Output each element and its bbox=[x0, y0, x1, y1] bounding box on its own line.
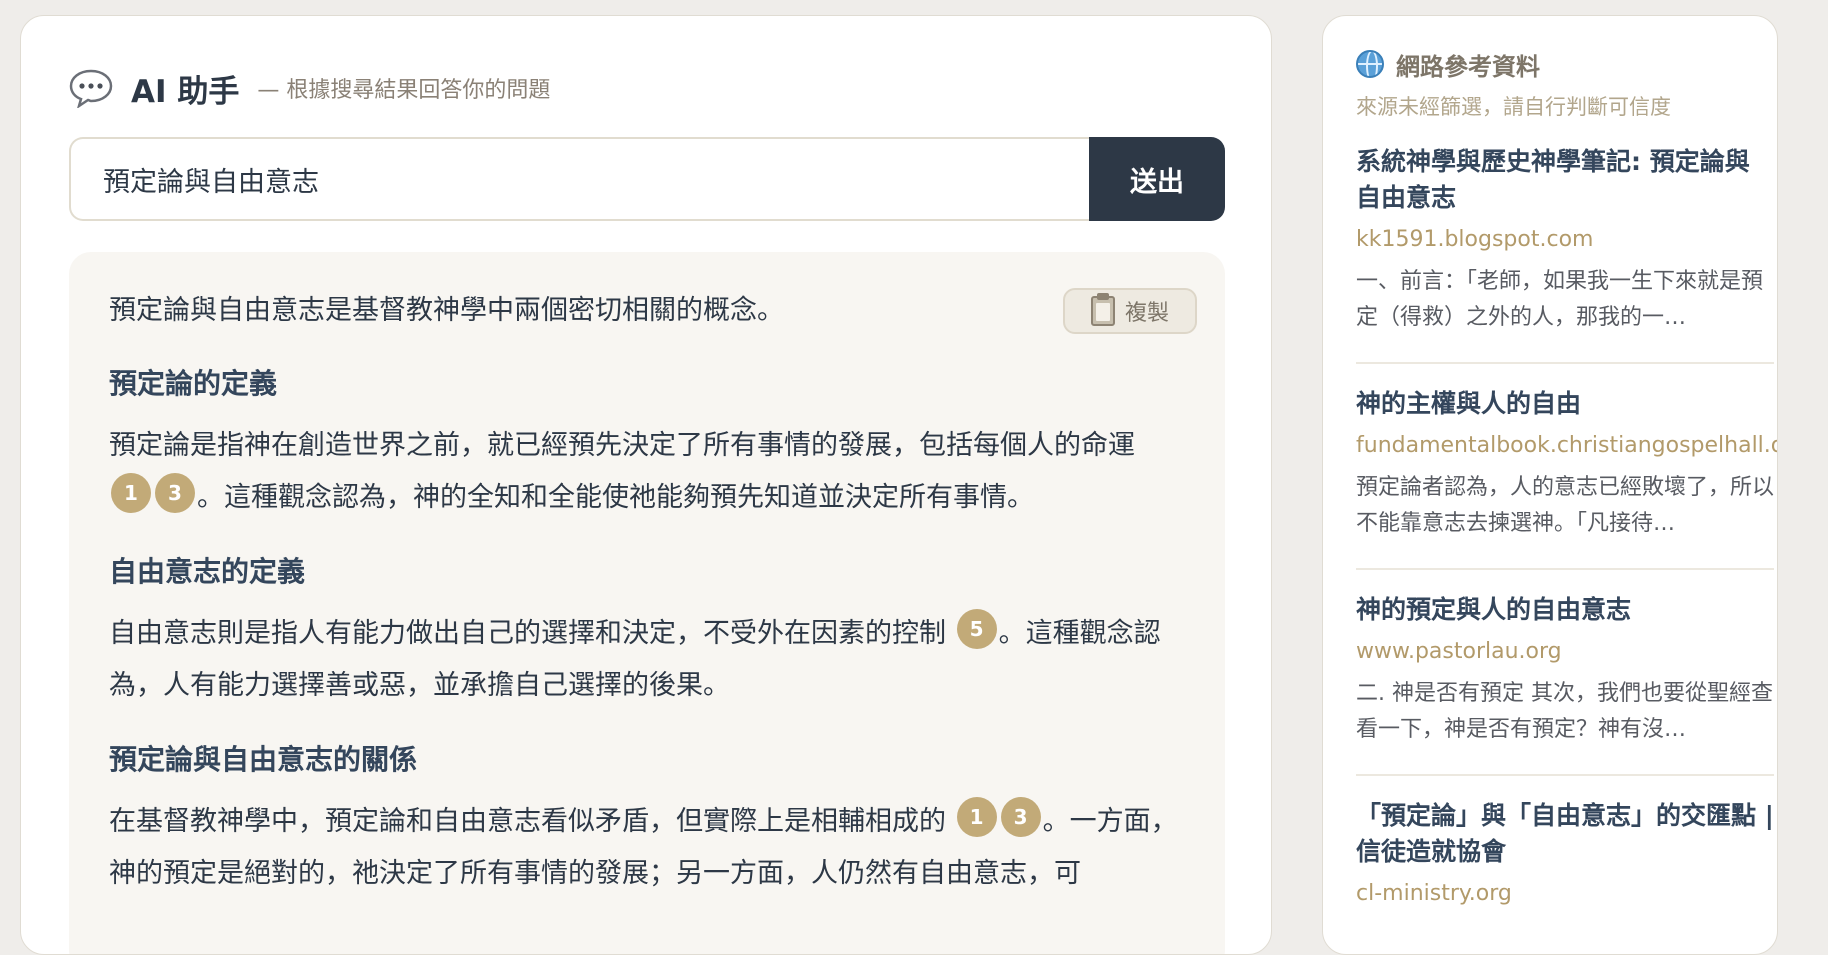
copy-button[interactable]: 複製 bbox=[1063, 288, 1197, 334]
reference-item[interactable]: 神的主權與人的自由 fundamentalbook.christiangospe… bbox=[1356, 364, 1778, 570]
reference-item[interactable]: 神的預定與人的自由意志 www.pastorlau.org 二. 神是否有預定 … bbox=[1356, 570, 1774, 776]
citation-badge[interactable]: 3 bbox=[155, 472, 195, 513]
section-text-after: 。這種觀念認為，神的全知和全能使祂能夠預先知道並決定所有事情。 bbox=[197, 482, 1034, 513]
references-title: 網路參考資料 bbox=[1396, 52, 1540, 81]
section-text-relation: 在基督教神學中，預定論和自由意志看似矛盾，但實際上是相輔相成的 1 3 。一方面，神… bbox=[109, 796, 1185, 900]
section-text-predestination: 預定論是指神在創造世界之前，就已經預先決定了所有事情的發展，包括每個人的命運 1 3… bbox=[109, 420, 1185, 524]
reference-domain: fundamentalbook.christiangospelhall.org bbox=[1356, 433, 1778, 458]
reference-title[interactable]: 「預定論」與「自由意志」的交匯點 | 信徒造就協會 bbox=[1356, 798, 1774, 870]
assistant-subtitle: — 根據搜尋結果回答你的問題 bbox=[257, 78, 551, 103]
reference-snippet: 二. 神是否有預定 其次，我們也要從聖經查看一下，神是否有預定？神有沒… bbox=[1356, 681, 1773, 742]
copy-label: 複製 bbox=[1124, 301, 1169, 326]
reference-snippet: 一、前言：「老師，如果我一生下來就是預定（得救）之外的人，那我的一… bbox=[1356, 269, 1764, 330]
reference-title[interactable]: 神的預定與人的自由意志 bbox=[1356, 592, 1774, 628]
section-text-before: 預定論是指神在創造世界之前，就已經預先決定了所有事情的發展，包括每個人的命運 bbox=[109, 430, 1135, 461]
globe-icon bbox=[1356, 50, 1384, 78]
reference-snippet: 預定論者認為，人的意志已經敗壞了，所以不能靠意志去揀選神。「凡接待… bbox=[1356, 475, 1774, 536]
citation-badge[interactable]: 5 bbox=[956, 608, 997, 649]
search-input[interactable] bbox=[69, 137, 1089, 221]
speech-bubble-icon bbox=[69, 68, 113, 109]
reference-title[interactable]: 系統神學與歷史神學筆記: 預定論與自由意志 bbox=[1356, 144, 1774, 216]
references-header: 網路參考資料 bbox=[1356, 44, 1777, 84]
citation-badge[interactable]: 1 bbox=[111, 472, 151, 513]
assistant-title: AI 助手 bbox=[131, 73, 240, 110]
references-note: 來源未經篩選，請自行判斷可信度 bbox=[1356, 95, 1671, 119]
section-text-free-will: 自由意志則是指人有能力做出自己的選擇和決定，不受外在因素的控制 5 。這種觀念認為… bbox=[109, 608, 1185, 712]
reference-item[interactable]: 「預定論」與「自由意志」的交匯點 | 信徒造就協會 cl-ministry.or… bbox=[1356, 776, 1774, 936]
reference-domain: kk1591.blogspot.com bbox=[1356, 227, 1594, 252]
assistant-header: AI 助手 — 根據搜尋結果回答你的問題 bbox=[69, 62, 550, 114]
reference-title[interactable]: 神的主權與人的自由 bbox=[1356, 386, 1774, 422]
section-heading-predestination: 預定論的定義 bbox=[109, 367, 278, 400]
send-button[interactable]: 送出 bbox=[1089, 137, 1225, 221]
clipboard-icon bbox=[1090, 293, 1115, 326]
citation-badge[interactable]: 3 bbox=[1000, 796, 1041, 837]
assistant-panel: AI 助手 — 根據搜尋結果回答你的問題 送出 複製 預定論與自由意志是基督教神… bbox=[20, 15, 1272, 955]
references-panel: 網路參考資料 來源未經篩選，請自行判斷可信度 系統神學與歷史神學筆記: 預定論與… bbox=[1322, 15, 1778, 955]
section-text-before: 自由意志則是指人有能力做出自己的選擇和決定，不受外在因素的控制 bbox=[109, 618, 946, 649]
search-bar: 送出 bbox=[69, 137, 1225, 221]
reference-domain: cl-ministry.org bbox=[1356, 881, 1512, 906]
answer-intro: 預定論與自由意志是基督教神學中兩個密切相關的概念。 bbox=[109, 295, 784, 326]
reference-domain: www.pastorlau.org bbox=[1356, 639, 1562, 664]
section-heading-free-will: 自由意志的定義 bbox=[109, 555, 306, 588]
section-text-before: 在基督教神學中，預定論和自由意志看似矛盾，但實際上是相輔相成的 bbox=[109, 806, 946, 837]
section-heading-relation: 預定論與自由意志的關係 bbox=[109, 743, 418, 776]
citation-badge[interactable]: 1 bbox=[956, 796, 997, 837]
answer-box: 複製 預定論與自由意志是基督教神學中兩個密切相關的概念。 預定論的定義 預定論是… bbox=[69, 252, 1225, 954]
reference-item[interactable]: 系統神學與歷史神學筆記: 預定論與自由意志 kk1591.blogspot.co… bbox=[1356, 122, 1774, 364]
